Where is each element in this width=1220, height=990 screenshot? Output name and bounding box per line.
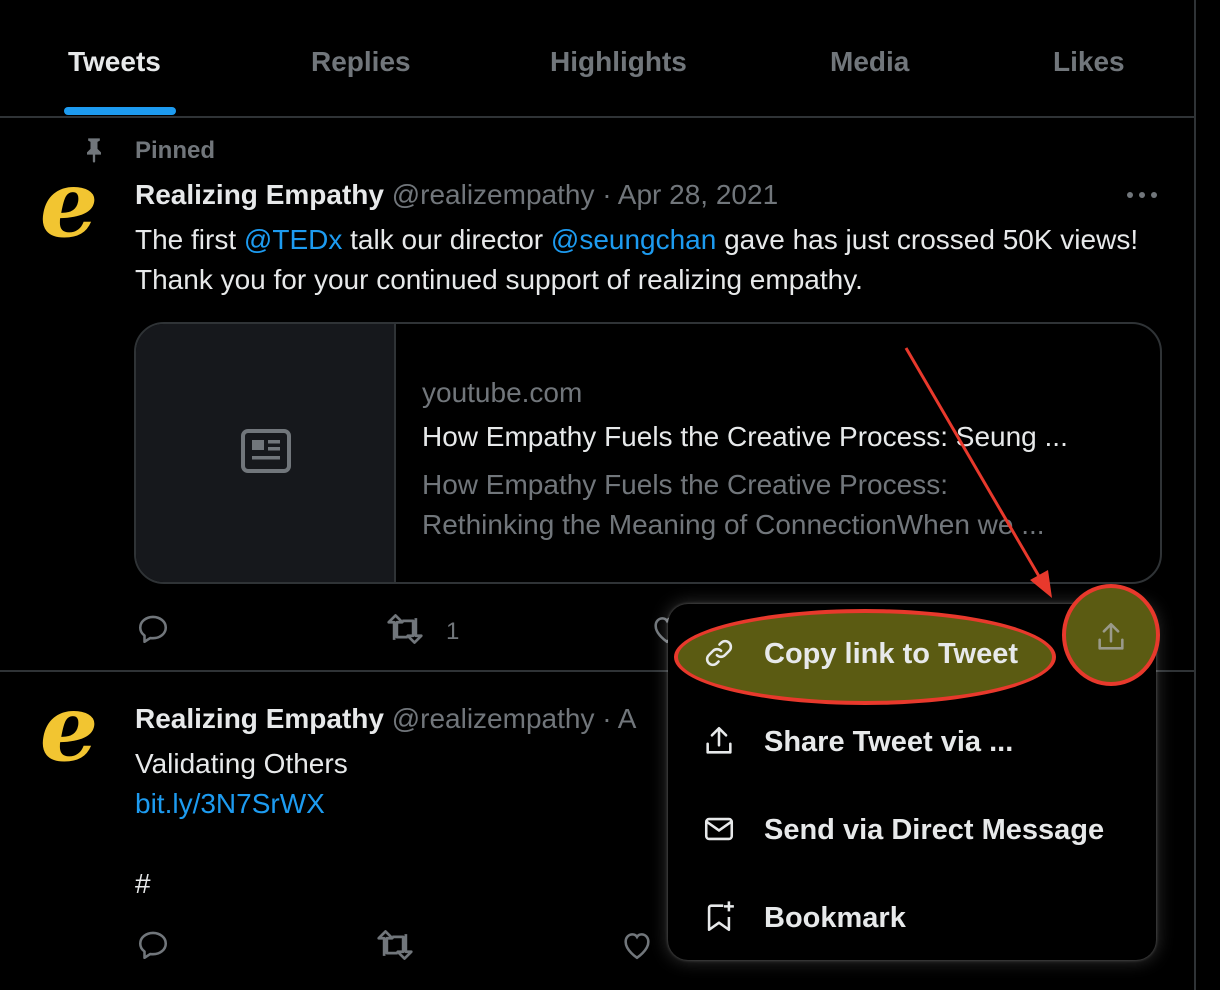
card-thumbnail [136, 324, 396, 582]
tweet-date[interactable]: Apr 28, 2021 [618, 179, 778, 210]
tweet-date[interactable]: A [618, 703, 637, 734]
bookmark-add-icon [707, 901, 734, 932]
separator-dot: · [602, 703, 612, 734]
share-icon [1098, 622, 1124, 650]
menu-item-label: Send via Direct Message [764, 814, 1105, 846]
link-icon [705, 639, 733, 667]
card-domain: youtube.com [422, 377, 583, 408]
tweet-text-segment: talk our director [342, 224, 551, 255]
envelope-icon [704, 817, 734, 841]
like-icon[interactable] [620, 928, 654, 962]
retweet-icon[interactable] [386, 612, 424, 646]
menu-item-direct-message[interactable]: Send via Direct Message [668, 784, 1156, 872]
menu-item-share-via[interactable]: Share Tweet via ... [668, 696, 1156, 784]
pin-icon [87, 138, 101, 163]
tab-highlights[interactable]: Highlights [550, 46, 687, 78]
user-handle[interactable]: @realizempathy [392, 179, 595, 210]
tweet-header: Realizing Empathy @realizempathy · Apr 2… [135, 179, 778, 211]
tweet-text-segment: The first [135, 224, 244, 255]
reply-icon[interactable] [136, 928, 170, 962]
reply-icon[interactable] [136, 612, 170, 646]
retweet-count: 1 [446, 618, 460, 645]
menu-item-bookmark[interactable]: Bookmark [668, 872, 1156, 960]
active-tab-indicator [64, 107, 176, 115]
share-button[interactable] [1062, 584, 1160, 686]
tab-replies[interactable]: Replies [311, 46, 411, 78]
svg-text:e: e [40, 700, 99, 770]
mention-link[interactable]: @TEDx [244, 224, 342, 255]
svg-text:e: e [40, 176, 99, 246]
article-icon [241, 429, 291, 473]
card-title: How Empathy Fuels the Creative Process: … [422, 421, 1068, 452]
card-description-line: Rethinking the Meaning of ConnectionWhen… [422, 509, 1045, 540]
column-border [1194, 0, 1196, 990]
display-name[interactable]: Realizing Empathy [135, 179, 384, 210]
link-preview-card[interactable]: youtube.com How Empathy Fuels the Creati… [134, 322, 1162, 584]
share-icon [706, 726, 732, 754]
tab-media[interactable]: Media [830, 46, 909, 78]
card-description-line: How Empathy Fuels the Creative Process: [422, 469, 948, 500]
tweet-text: The first @TEDx talk our director @seung… [135, 220, 1145, 300]
display-name[interactable]: Realizing Empathy [135, 703, 384, 734]
tab-likes[interactable]: Likes [1053, 46, 1125, 78]
profile-tabs: Tweets Replies Highlights Media Likes [0, 0, 1194, 118]
menu-item-label: Share Tweet via ... [764, 726, 1014, 758]
retweet-icon[interactable] [376, 928, 414, 962]
tweet-header: Realizing Empathy @realizempathy · A [135, 703, 636, 735]
menu-item-label: Copy link to Tweet [764, 638, 1019, 670]
separator-dot: · [602, 179, 612, 210]
more-options-icon[interactable] [1124, 188, 1160, 202]
tab-tweets[interactable]: Tweets [68, 46, 161, 78]
user-handle[interactable]: @realizempathy [392, 703, 595, 734]
card-description: How Empathy Fuels the Creative Process: … [422, 465, 1142, 545]
avatar[interactable]: e [34, 700, 104, 770]
pinned-label: Pinned [135, 137, 216, 164]
menu-item-label: Bookmark [764, 902, 906, 934]
avatar[interactable]: e [34, 176, 104, 246]
mention-link[interactable]: @seungchan [551, 224, 716, 255]
